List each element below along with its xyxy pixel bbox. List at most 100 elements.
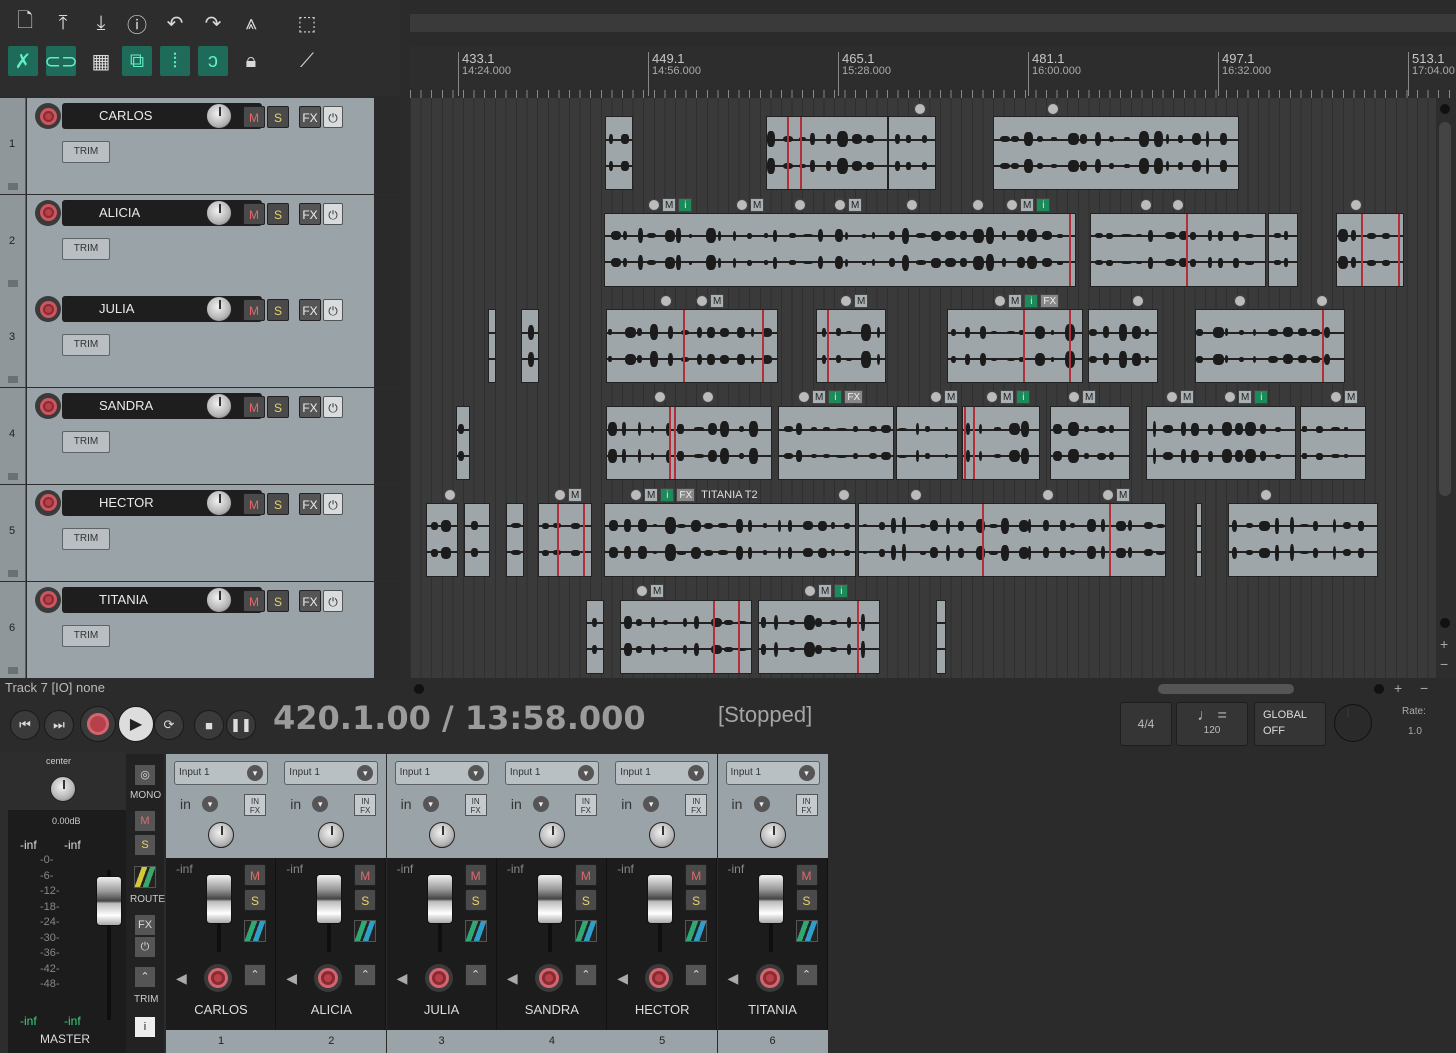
record-arm-button[interactable]	[645, 964, 674, 992]
route-icon[interactable]	[244, 920, 266, 942]
media-item[interactable]	[858, 502, 1166, 577]
time-signature[interactable]: 4/4	[1120, 702, 1172, 746]
record-arm-button[interactable]	[35, 296, 61, 323]
item-fade-handle[interactable]	[794, 199, 806, 211]
metronome-icon[interactable]: ⩓	[236, 8, 266, 38]
item-fade-handle[interactable]	[798, 391, 810, 403]
solo-button[interactable]: S	[685, 889, 708, 911]
media-item[interactable]	[605, 116, 633, 190]
item-mute-tag[interactable]: M	[710, 294, 725, 308]
item-fade-handle[interactable]	[972, 199, 984, 211]
trim-button[interactable]: TRIM	[62, 527, 110, 550]
item-fade-handle[interactable]	[1224, 391, 1236, 403]
input-fx-button[interactable]: IN FX	[795, 794, 818, 816]
scroll-right-icon[interactable]	[1374, 684, 1384, 694]
media-item[interactable]	[778, 406, 894, 481]
item-fade-handle[interactable]	[1330, 391, 1342, 403]
record-arm-button[interactable]	[755, 964, 784, 992]
master-solo-button[interactable]: S	[134, 834, 156, 856]
item-fade-handle[interactable]	[702, 391, 714, 403]
item-fade-handle[interactable]	[648, 199, 660, 211]
media-item[interactable]	[456, 406, 470, 481]
item-fade-handle[interactable]	[994, 295, 1006, 307]
item-mute-tag[interactable]: M	[1008, 294, 1023, 308]
scroll-down-icon[interactable]	[1440, 618, 1450, 628]
master-route-icon[interactable]	[134, 866, 156, 888]
solo-button[interactable]: S	[267, 106, 289, 128]
route-icon[interactable]	[574, 920, 597, 942]
speaker-icon[interactable]: ◀	[397, 970, 408, 987]
solo-button[interactable]: S	[244, 889, 266, 911]
input-fx-button[interactable]: IN FX	[574, 794, 597, 816]
solo-button[interactable]: S	[267, 396, 289, 419]
folder-icon[interactable]	[8, 183, 18, 190]
item-mute-tag[interactable]: M	[568, 488, 583, 502]
arrange-view[interactable]: Mi M M Mi M M Mi FX Mi FX M Mi M M Mi M M Mi FX TITANIA T2 M…	[410, 98, 1436, 678]
volume-knob[interactable]	[206, 199, 232, 226]
item-fade-handle[interactable]	[1132, 295, 1144, 307]
route-icon[interactable]	[464, 920, 487, 942]
input-monitor-select[interactable]: in ▾	[504, 792, 555, 816]
envelope-icon[interactable]: ⌃	[574, 964, 597, 986]
record-arm-button[interactable]	[35, 393, 61, 420]
master-rate-knob[interactable]	[1334, 704, 1372, 742]
mute-button[interactable]: M	[243, 106, 265, 128]
pan-knob[interactable]	[428, 822, 455, 848]
item-fade-handle[interactable]	[1042, 489, 1054, 501]
route-icon[interactable]	[795, 920, 818, 942]
redo-icon[interactable]: ↷	[198, 8, 228, 38]
item-mute-tag[interactable]: M	[848, 198, 863, 212]
volume-knob[interactable]	[206, 586, 232, 613]
scroll-up-icon[interactable]	[1440, 104, 1450, 114]
hscroll-thumb[interactable]	[1158, 684, 1294, 694]
record-arm-button[interactable]	[35, 103, 61, 129]
mute-button[interactable]: M	[243, 396, 265, 419]
route-icon[interactable]	[354, 920, 377, 942]
item-mute-tag[interactable]: M	[750, 198, 765, 212]
item-fx-tag[interactable]: FX	[844, 390, 864, 404]
speaker-icon[interactable]: ◀	[176, 970, 187, 987]
item-fade-handle[interactable]	[840, 295, 852, 307]
folder-icon[interactable]	[8, 279, 18, 287]
record-arm-button[interactable]	[314, 964, 343, 992]
mute-button[interactable]: M	[464, 864, 487, 886]
item-info-tag[interactable]: i	[828, 390, 843, 404]
master-info-button[interactable]: i	[134, 1016, 156, 1038]
item-fade-handle[interactable]	[1102, 489, 1114, 501]
pan-knob[interactable]	[759, 822, 786, 848]
item-fade-handle[interactable]	[444, 489, 456, 501]
info-icon[interactable]: ⓘ	[122, 8, 152, 38]
track-number-column[interactable]: 6	[0, 581, 26, 678]
track-name[interactable]: ALICIA	[62, 199, 262, 226]
track-name[interactable]: HECTOR	[62, 489, 262, 516]
item-fx-tag[interactable]: FX	[1040, 294, 1060, 308]
mute-button[interactable]: M	[354, 864, 377, 886]
fx-bypass-icon[interactable]: ⏻	[323, 299, 343, 322]
item-fade-handle[interactable]	[1166, 391, 1178, 403]
media-item[interactable]	[962, 406, 1040, 481]
item-fade-handle[interactable]	[1260, 489, 1272, 501]
input-monitor-select[interactable]: in ▾	[174, 792, 224, 816]
vertical-scrollbar[interactable]: + −	[1436, 98, 1456, 678]
track-name[interactable]: TITANIA	[62, 586, 262, 613]
media-item[interactable]	[521, 309, 539, 384]
volume-knob[interactable]	[206, 489, 232, 516]
lock-icon[interactable]: 🔒︎	[236, 46, 266, 76]
track-number-column[interactable]: 1	[0, 98, 26, 194]
item-fade-handle[interactable]	[1172, 199, 1184, 211]
track-header[interactable]: CARLOS M S FX ⏻ TRIM	[27, 98, 374, 194]
track-name[interactable]: JULIA	[62, 296, 262, 323]
fx-bypass-icon[interactable]: ⏻	[323, 492, 343, 515]
item-info-tag[interactable]: i	[834, 584, 849, 598]
zoom-in-icon[interactable]: +	[1394, 680, 1402, 696]
item-info-tag[interactable]: i	[1024, 294, 1039, 308]
track-number-column[interactable]: 5	[0, 484, 26, 581]
save-icon[interactable]: ⤒	[48, 8, 78, 38]
zoom-out-icon[interactable]: −	[1420, 680, 1428, 696]
item-fade-handle[interactable]	[986, 391, 998, 403]
item-mute-tag[interactable]: M	[818, 584, 833, 598]
media-item[interactable]	[604, 502, 856, 577]
envelope-icon[interactable]: ⌃	[244, 964, 266, 986]
mute-button[interactable]: M	[243, 589, 265, 612]
fx-button[interactable]: FX	[299, 202, 321, 225]
